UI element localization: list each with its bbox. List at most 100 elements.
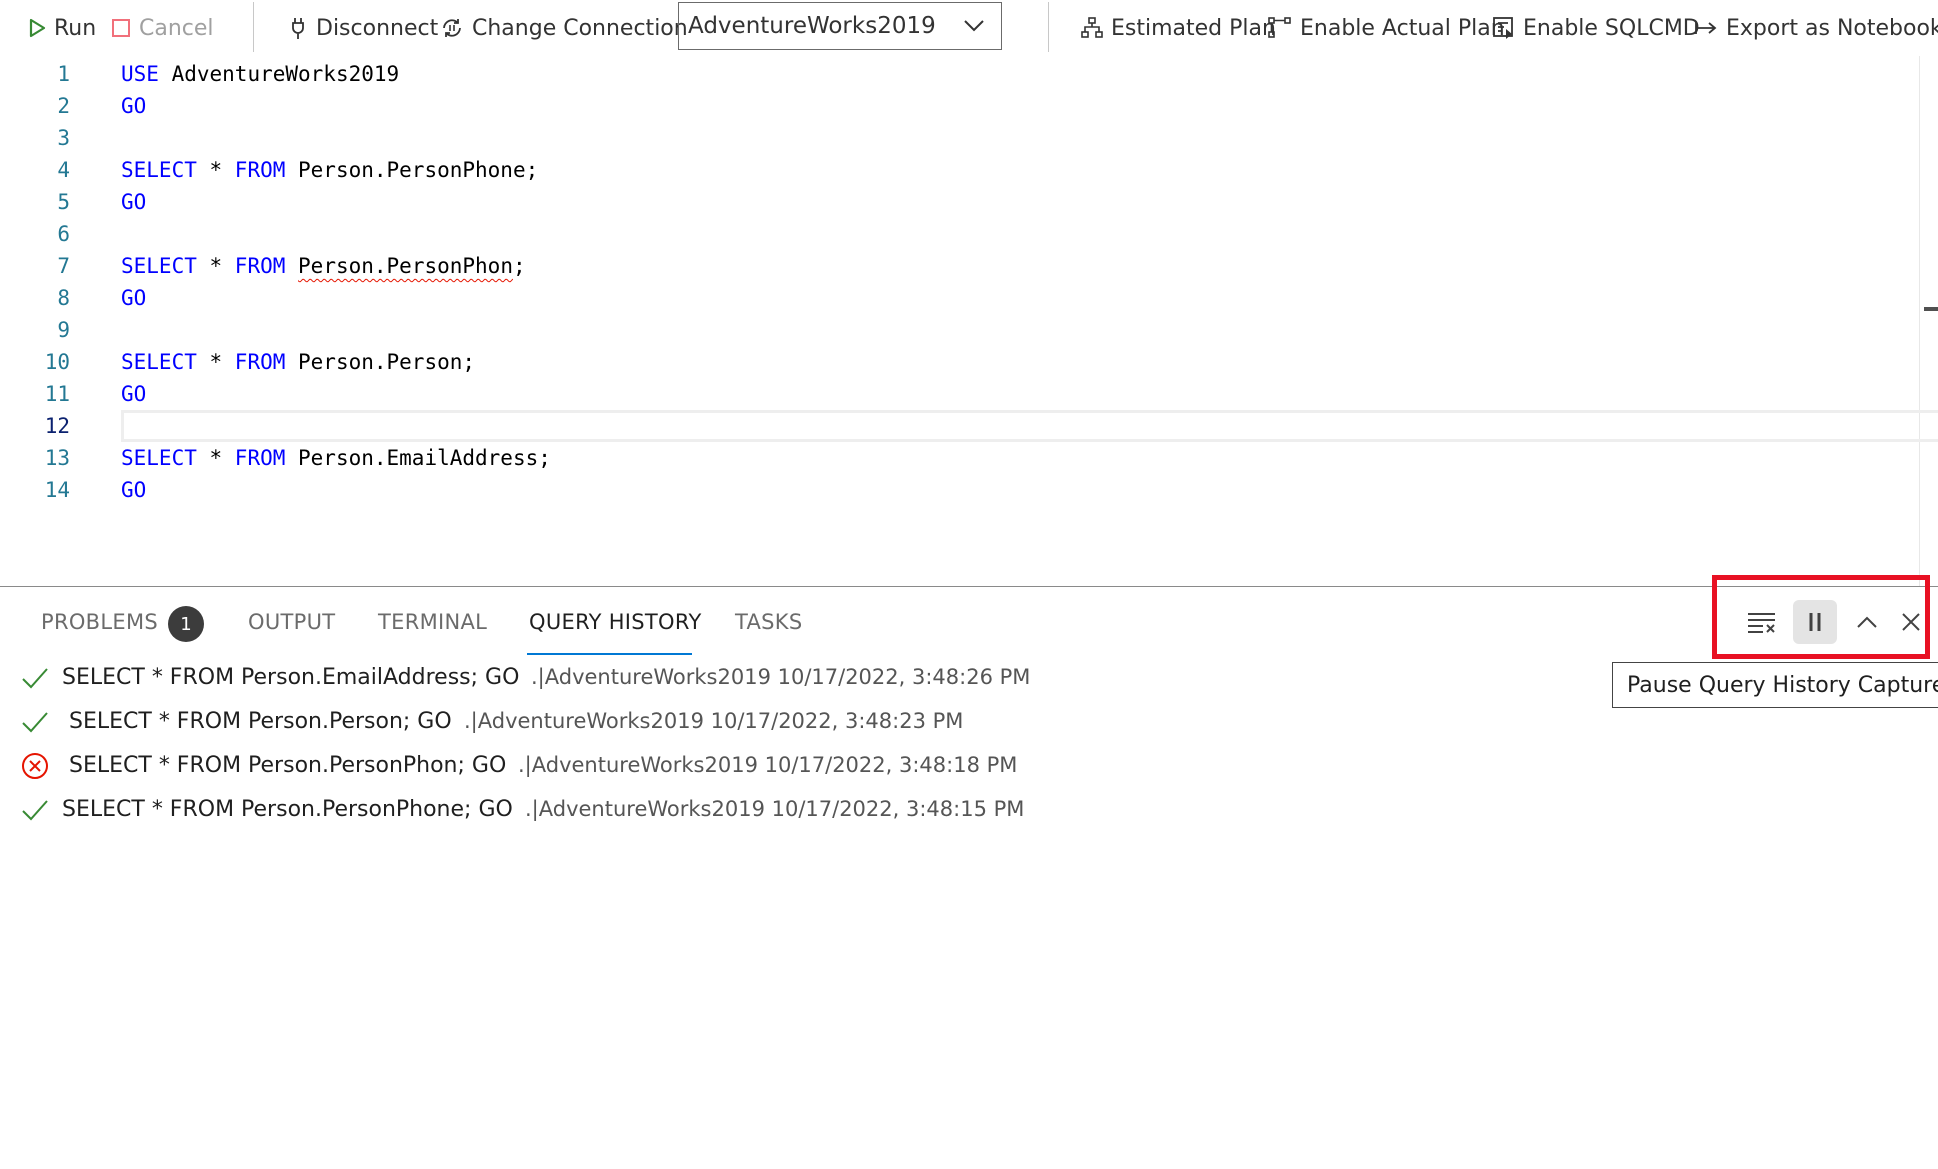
code-editor[interactable]: 1 USE AdventureWorks2019 2 GO 3 4 SELECT * FRO… (0, 56, 1938, 586)
history-query-text: SELECT * FROM Person.Person; GO (69, 708, 452, 734)
code-text: GO (121, 474, 146, 506)
history-query-text: SELECT * FROM Person.PersonPhone; GO (62, 796, 513, 822)
editor-line[interactable]: 8 GO (0, 282, 1938, 314)
editor-line[interactable]: 5 GO (0, 186, 1938, 218)
estimated-plan-label: Estimated Plan (1111, 15, 1276, 41)
sql-keyword: FROM (234, 158, 286, 182)
editor-line[interactable]: 4 SELECT * FROM Person.PersonPhone; (0, 154, 1938, 186)
disconnect-button[interactable]: Disconnect (288, 12, 438, 44)
history-meta-text: .|AdventureWorks2019 10/17/2022, 3:48:23… (464, 709, 964, 733)
annotation-highlight-box (1712, 575, 1930, 659)
cancel-label: Cancel (139, 15, 214, 41)
enable-sqlcmd-label: Enable SQLCMD (1523, 15, 1700, 41)
enable-actual-plan-label: Enable Actual Plan (1300, 15, 1505, 41)
sql-error-identifier: Person.PersonPhon (298, 254, 513, 278)
line-number: 13 (44, 446, 70, 470)
sql-operator: * (196, 158, 235, 182)
tab-terminal[interactable]: TERMINAL (378, 610, 487, 634)
toolbar-separator (253, 2, 254, 52)
tab-output[interactable]: OUTPUT (248, 610, 335, 634)
toolbar-separator (1048, 2, 1049, 52)
line-number: 8 (57, 286, 70, 310)
tab-problems[interactable]: PROBLEMS (41, 610, 158, 634)
editor-line[interactable]: 6 (0, 218, 1938, 250)
tab-tasks[interactable]: TASKS (735, 610, 803, 634)
code-text: GO (121, 378, 146, 410)
export-notebook-label: Export as Notebook (1726, 15, 1938, 41)
line-number: 7 (57, 254, 70, 278)
editor-line[interactable]: 11 GO (0, 378, 1938, 410)
run-button[interactable]: Run (28, 12, 96, 44)
database-select[interactable]: AdventureWorks2019 (678, 2, 1002, 50)
history-item[interactable]: SELECT * FROM Person.Person; GO .|Adventu… (0, 701, 1500, 741)
line-number: 2 (57, 94, 70, 118)
editor-line[interactable]: 7 SELECT * FROM Person.PersonPhon; (0, 250, 1938, 282)
line-number: 11 (44, 382, 70, 406)
tab-query-history[interactable]: QUERY HISTORY (529, 610, 702, 634)
line-number: 10 (44, 350, 70, 374)
sql-text: Person.Person; (285, 350, 476, 374)
estimated-plan-button[interactable]: Estimated Plan (1081, 12, 1276, 44)
history-item[interactable]: SELECT * FROM Person.PersonPhone; GO .|Ad… (0, 789, 1500, 829)
sql-keyword: GO (121, 382, 147, 406)
history-item[interactable]: SELECT * FROM Person.PersonPhon; GO .|Adv… (0, 745, 1500, 785)
code-text: SELECT * FROM Person.EmailAddress; (121, 442, 551, 474)
run-label: Run (54, 15, 97, 41)
actual-plan-icon (1268, 17, 1291, 38)
query-toolbar: Run Cancel Disconnect Change Connection … (0, 0, 1938, 56)
line-number: 9 (57, 318, 70, 342)
history-query-text: SELECT * FROM Person.PersonPhon; GO (69, 752, 507, 778)
chevron-down-icon (964, 20, 984, 32)
history-meta-text: .|AdventureWorks2019 10/17/2022, 3:48:18… (518, 753, 1018, 777)
pause-tooltip: Pause Query History Capture (1612, 662, 1938, 708)
enable-actual-plan-button[interactable]: Enable Actual Plan (1268, 12, 1505, 44)
line-number: 1 (57, 62, 70, 86)
database-select-value: AdventureWorks2019 (688, 13, 936, 39)
code-text: USE AdventureWorks2019 (121, 58, 399, 90)
sql-keyword: GO (121, 190, 147, 214)
enable-sqlcmd-button[interactable]: Enable SQLCMD (1493, 12, 1700, 44)
cancel-button[interactable]: Cancel (111, 12, 214, 44)
sql-keyword: GO (121, 286, 147, 310)
code-text: GO (121, 186, 146, 218)
sql-keyword: GO (121, 478, 147, 502)
editor-line[interactable]: 13 SELECT * FROM Person.EmailAddress; (0, 442, 1938, 474)
code-text: GO (121, 90, 146, 122)
code-text: SELECT * FROM Person.PersonPhon; (121, 250, 526, 282)
editor-line[interactable]: 3 (0, 122, 1938, 154)
line-number: 14 (44, 478, 70, 502)
history-meta-text: .|AdventureWorks2019 10/17/2022, 3:48:15… (525, 797, 1025, 821)
sqlcmd-icon (1493, 17, 1513, 39)
line-number: 3 (57, 126, 70, 150)
sql-text: Person.PersonPhone; (285, 158, 539, 182)
panel-divider[interactable] (0, 586, 1938, 587)
plug-icon (292, 18, 304, 39)
sql-text: Person.EmailAddress; (285, 446, 551, 470)
sql-keyword: SELECT (121, 254, 197, 278)
code-text: SELECT * FROM Person.PersonPhone; (121, 154, 538, 186)
export-notebook-button[interactable]: Export as Notebook (1694, 12, 1938, 44)
line-number: 12 (44, 414, 70, 438)
error-circle-icon (22, 753, 48, 779)
sql-keyword: FROM (234, 350, 286, 374)
success-check-icon (22, 800, 48, 821)
sql-text: AdventureWorks2019 (158, 62, 400, 86)
editor-line[interactable]: 1 USE AdventureWorks2019 (0, 58, 1938, 90)
play-icon (29, 18, 46, 38)
editor-line[interactable]: 2 GO (0, 90, 1938, 122)
change-connection-icon (443, 19, 461, 37)
panel-tabs: PROBLEMS OUTPUT TERMINAL QUERY HISTORY T… (0, 600, 1938, 656)
sql-keyword: SELECT (121, 446, 197, 470)
active-tab-indicator (527, 653, 692, 655)
editor-line[interactable]: 9 (0, 314, 1938, 346)
history-item[interactable]: SELECT * FROM Person.EmailAddress; GO .|A… (0, 657, 1500, 697)
sql-text: ; (512, 254, 526, 278)
editor-line[interactable]: 12 (0, 410, 1938, 442)
problems-count-badge: 1 (168, 606, 204, 642)
history-meta-text: .|AdventureWorks2019 10/17/2022, 3:48:26… (531, 665, 1031, 689)
editor-line[interactable]: 10 SELECT * FROM Person.Person; (0, 346, 1938, 378)
change-connection-button[interactable]: Change Connection (440, 12, 688, 44)
editor-line[interactable]: 14 GO (0, 474, 1938, 506)
sql-operator: * (196, 350, 235, 374)
current-line-highlight (121, 410, 1938, 442)
